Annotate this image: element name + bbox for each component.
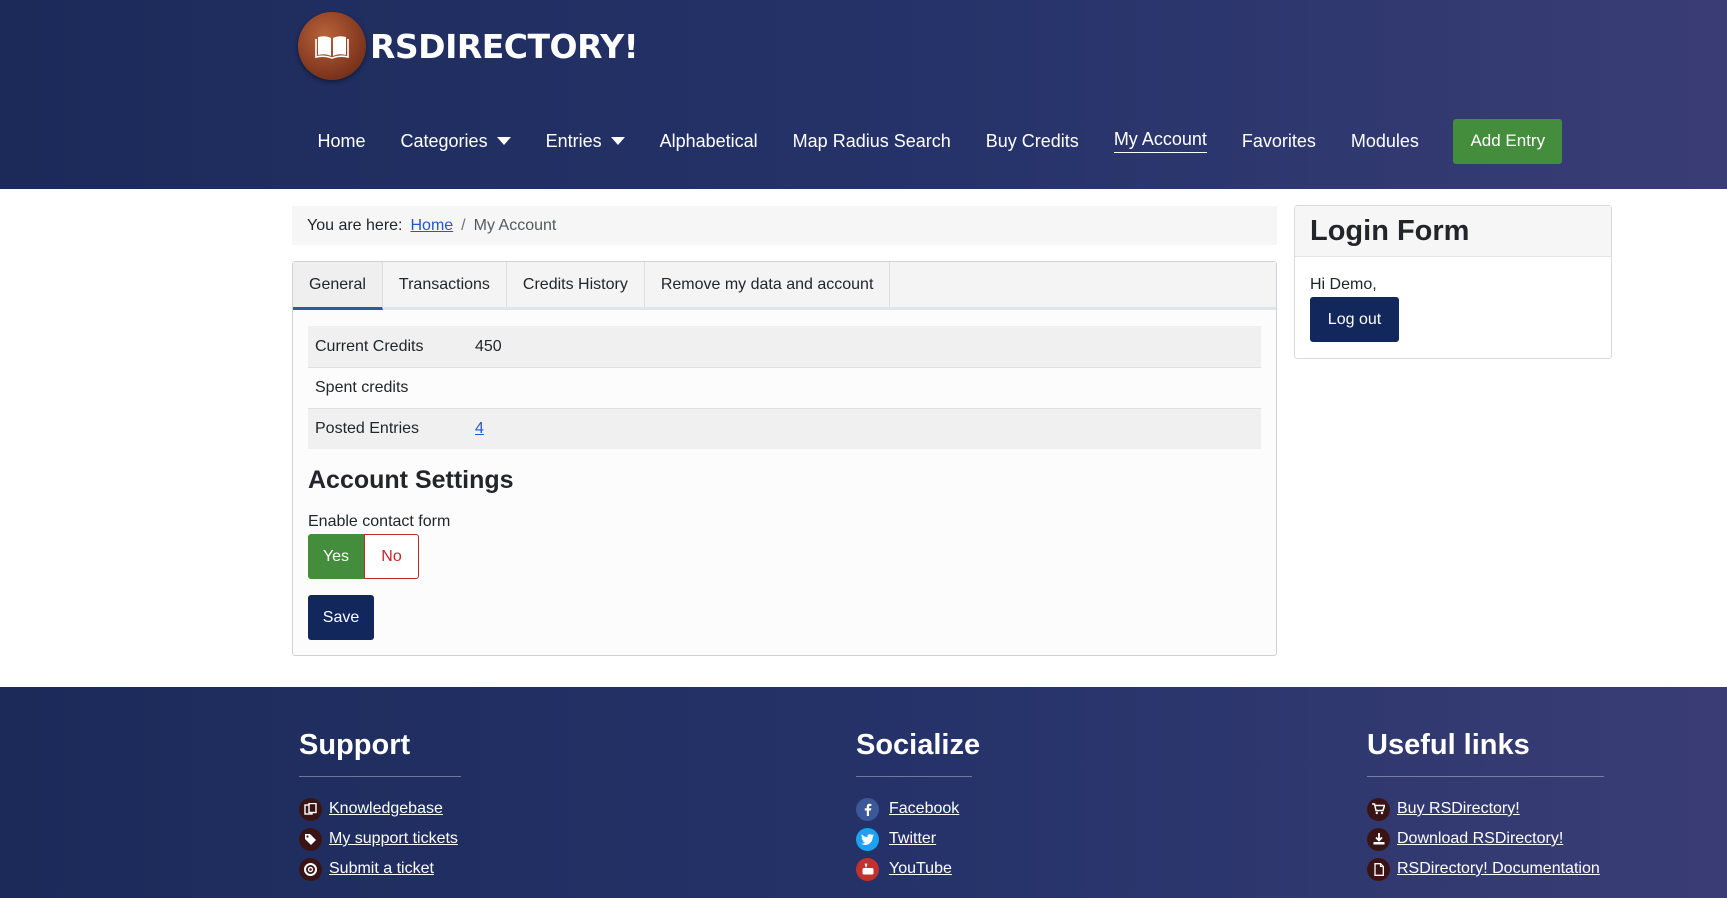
current-credits-value: 450: [475, 337, 502, 355]
breadcrumb-separator: /: [461, 216, 466, 234]
knowledgebase-icon: [299, 797, 322, 821]
caret-down-icon: [496, 137, 511, 145]
account-settings-heading: Account Settings: [308, 466, 514, 494]
footer-useful-links: Useful links Buy RSDirectory! Download R…: [1367, 729, 1604, 884]
list-item: Download RSDirectory!: [1367, 824, 1604, 854]
nav-categories[interactable]: Categories: [383, 131, 528, 152]
youtube-link[interactable]: YouTube: [889, 860, 952, 878]
greeting-text: Hi Demo,: [1310, 276, 1377, 293]
add-entry-button[interactable]: Add Entry: [1453, 118, 1563, 164]
footer-socialize: Socialize Facebook Twitter YouTube: [856, 729, 980, 884]
nav-buy-credits-label: Buy Credits: [985, 130, 1079, 151]
list-item: RSDirectory! Documentation: [1367, 854, 1604, 884]
nav-categories-label: Categories: [400, 130, 488, 151]
table-row: Spent credits: [308, 367, 1261, 408]
knowledgebase-link[interactable]: Knowledgebase: [329, 800, 443, 818]
breadcrumb-prefix: You are here:: [307, 216, 403, 234]
nav-home-label: Home: [317, 130, 366, 151]
yes-button[interactable]: Yes: [308, 534, 364, 579]
breadcrumb-current: My Account: [473, 216, 557, 234]
nav-favorites-label: Favorites: [1241, 130, 1316, 151]
nav-my-account-label: My Account: [1113, 129, 1207, 153]
stat-label: Current Credits: [315, 337, 424, 355]
youtube-icon: [856, 857, 879, 881]
nav-map-radius-search-label: Map Radius Search: [792, 130, 951, 151]
tags-icon: [299, 827, 322, 851]
login-form-module: Login Form Hi Demo, Log out: [1294, 205, 1612, 359]
account-stats-table: Current Credits 450 Spent credits Posted…: [308, 326, 1261, 449]
nav-home[interactable]: Home: [300, 131, 383, 152]
site-header: RSDIRECTORY! Home Categories Entries Alp…: [0, 0, 1727, 189]
tab-remove-data[interactable]: Remove my data and account: [645, 262, 891, 307]
breadcrumb-home-link[interactable]: Home: [410, 217, 453, 235]
footer-socialize-title: Socialize: [856, 729, 980, 777]
submit-ticket-link[interactable]: Submit a ticket: [329, 860, 434, 878]
tab-general[interactable]: General: [293, 262, 383, 310]
list-item: YouTube: [856, 854, 972, 884]
nav-entries[interactable]: Entries: [528, 131, 642, 152]
tab-bar: General Transactions Credits History Rem…: [293, 262, 1276, 310]
main-nav: Home Categories Entries Alphabetical Map…: [300, 118, 1563, 164]
nav-favorites[interactable]: Favorites: [1224, 131, 1333, 152]
list-item: Facebook: [856, 794, 972, 824]
logo-text: RSDIRECTORY!: [370, 26, 639, 66]
stat-label: Spent credits: [315, 379, 409, 396]
breadcrumb: You are here: Home / My Account: [292, 206, 1277, 245]
download-rsdirectory-link[interactable]: Download RSDirectory!: [1397, 830, 1563, 848]
save-button[interactable]: Save: [308, 595, 374, 640]
document-icon: [1367, 857, 1390, 881]
table-row: Posted Entries 4: [308, 408, 1261, 449]
twitter-icon: [856, 827, 879, 851]
nav-map-radius-search[interactable]: Map Radius Search: [775, 131, 968, 152]
contact-form-toggle: Yes No: [308, 534, 419, 579]
footer-support: Support Knowledgebase My support tickets…: [299, 729, 461, 884]
support-tickets-link[interactable]: My support tickets: [329, 830, 458, 848]
list-item: Twitter: [856, 824, 972, 854]
contact-form-label: Enable contact form: [308, 513, 451, 530]
site-logo[interactable]: RSDIRECTORY!: [298, 12, 639, 80]
nav-my-account[interactable]: My Account: [1096, 129, 1224, 153]
nav-alphabetical-label: Alphabetical: [659, 130, 758, 151]
posted-entries-link[interactable]: 4: [475, 420, 484, 437]
nav-entries-label: Entries: [545, 130, 602, 151]
list-item: Buy RSDirectory!: [1367, 794, 1604, 824]
nav-modules-label: Modules: [1350, 130, 1419, 151]
lifebuoy-icon: [299, 857, 322, 881]
buy-rsdirectory-link[interactable]: Buy RSDirectory!: [1397, 800, 1520, 818]
list-item: Knowledgebase: [299, 794, 461, 824]
download-icon: [1367, 827, 1390, 851]
facebook-link[interactable]: Facebook: [889, 800, 959, 818]
tab-transactions[interactable]: Transactions: [383, 262, 507, 307]
cart-icon: [1367, 797, 1390, 821]
no-button[interactable]: No: [364, 534, 419, 579]
login-form-title: Login Form: [1295, 206, 1611, 257]
footer-useful-links-title: Useful links: [1367, 729, 1604, 777]
nav-modules[interactable]: Modules: [1333, 131, 1436, 152]
list-item: My support tickets: [299, 824, 461, 854]
stat-label: Posted Entries: [315, 420, 420, 437]
account-tabs-panel: General Transactions Credits History Rem…: [292, 261, 1277, 656]
book-icon: [298, 12, 366, 80]
posted-entries-value: 4: [475, 420, 484, 438]
documentation-link[interactable]: RSDirectory! Documentation: [1397, 860, 1600, 878]
footer-support-title: Support: [299, 729, 461, 777]
caret-down-icon: [610, 137, 625, 145]
facebook-icon: [856, 797, 879, 821]
table-row: Current Credits 450: [308, 326, 1261, 367]
nav-buy-credits[interactable]: Buy Credits: [968, 131, 1096, 152]
list-item: Submit a ticket: [299, 854, 461, 884]
site-footer: Support Knowledgebase My support tickets…: [0, 687, 1727, 898]
tab-credits-history[interactable]: Credits History: [507, 262, 645, 307]
twitter-link[interactable]: Twitter: [889, 830, 936, 848]
logout-button[interactable]: Log out: [1310, 297, 1399, 342]
nav-alphabetical[interactable]: Alphabetical: [642, 131, 775, 152]
